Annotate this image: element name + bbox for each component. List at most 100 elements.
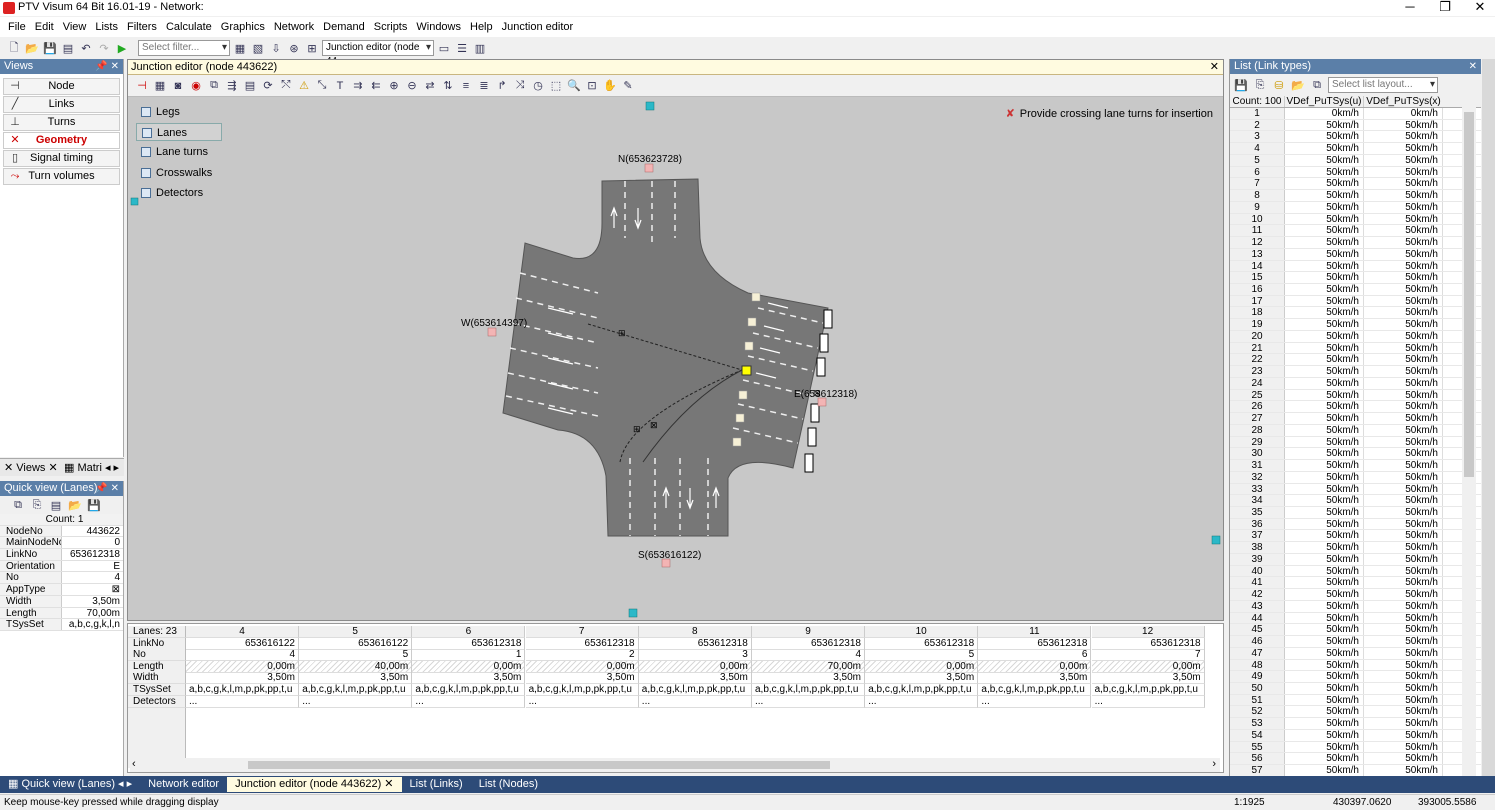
- lanes-cell[interactable]: 6: [978, 649, 1092, 662]
- lanes-cell[interactable]: 3,50m: [525, 672, 639, 685]
- menu-windows[interactable]: Windows: [416, 21, 461, 33]
- lanes-col-header[interactable]: 7: [525, 626, 639, 638]
- list-cell-vdef-u[interactable]: 50km/h: [1285, 354, 1364, 365]
- list-row[interactable]: 6 50km/h 50km/h: [1230, 166, 1481, 179]
- lanes-cell[interactable]: a,b,c,g,k,l,m,p,pk,pp,t,u: [525, 684, 639, 696]
- tab-list-links[interactable]: List (Links): [402, 777, 471, 792]
- lanes-cell[interactable]: 653616122: [186, 637, 299, 650]
- lanes-col-header[interactable]: 8: [638, 626, 752, 638]
- list-row[interactable]: 26 50km/h 50km/h: [1230, 401, 1481, 414]
- list-cell-vdef-x[interactable]: 50km/h: [1364, 659, 1443, 670]
- list-cell-vdef-u[interactable]: 50km/h: [1285, 413, 1364, 424]
- lanes-cell[interactable]: 2: [525, 649, 639, 662]
- list-cell-vdef-u[interactable]: 50km/h: [1285, 589, 1364, 600]
- list-layout-select[interactable]: Select list layout...: [1328, 77, 1438, 93]
- list-cell-vdef-u[interactable]: 50km/h: [1285, 166, 1364, 178]
- list-row[interactable]: 44 50km/h 50km/h: [1230, 612, 1481, 625]
- list-cell-vdef-x[interactable]: 50km/h: [1364, 671, 1443, 682]
- list-cell-vdef-u[interactable]: 50km/h: [1285, 295, 1364, 307]
- list-cell-vdef-u[interactable]: 50km/h: [1285, 319, 1364, 330]
- lanes-cell[interactable]: 653612318: [412, 637, 526, 650]
- lanes-cell[interactable]: 5: [299, 649, 413, 662]
- lanes-cell[interactable]: 0,00m: [186, 660, 299, 673]
- lanes-cell[interactable]: 653612318: [865, 637, 979, 650]
- qv-value[interactable]: 3,50m: [62, 596, 123, 607]
- list-cell-vdef-x[interactable]: 50km/h: [1364, 612, 1443, 623]
- list-cell-vdef-u[interactable]: 50km/h: [1285, 542, 1364, 553]
- lanes-cell[interactable]: 3,50m: [412, 672, 526, 685]
- list-cell-vdef-x[interactable]: 50km/h: [1364, 542, 1443, 553]
- list-cell-vdef-u[interactable]: 50km/h: [1285, 553, 1364, 565]
- lanes-col-header[interactable]: 5: [299, 626, 413, 638]
- lanes-cell[interactable]: ...: [978, 695, 1092, 708]
- list-cell-vdef-x[interactable]: 50km/h: [1364, 424, 1443, 436]
- junction-editor-select[interactable]: Junction editor (node 44: [322, 40, 434, 67]
- lanes-cell[interactable]: 0,00m: [525, 660, 639, 673]
- lanes-cell[interactable]: 5: [865, 649, 979, 662]
- lanes-cell[interactable]: 4: [186, 649, 299, 662]
- list-row[interactable]: 12 50km/h 50km/h: [1230, 237, 1481, 249]
- list-row[interactable]: 30 50km/h 50km/h: [1230, 448, 1481, 461]
- list-cell-vdef-u[interactable]: 50km/h: [1285, 178, 1364, 189]
- list-cell-vdef-x[interactable]: 50km/h: [1364, 694, 1443, 706]
- lanes-cell[interactable]: 653616122: [299, 637, 413, 650]
- qv-value[interactable]: 653612318: [62, 549, 123, 560]
- grid-tool-icon[interactable]: ▦: [152, 78, 168, 94]
- list-cell-vdef-u[interactable]: 50km/h: [1285, 225, 1364, 236]
- merge-icon[interactable]: ⤨: [512, 78, 528, 94]
- list-cell-vdef-x[interactable]: 50km/h: [1364, 706, 1443, 717]
- list-cell-vdef-u[interactable]: 50km/h: [1285, 342, 1364, 354]
- list-cell-vdef-x[interactable]: 50km/h: [1364, 589, 1443, 600]
- qv-value[interactable]: E: [62, 561, 123, 572]
- view-signal-timing[interactable]: ▯ Signal timing: [3, 150, 120, 167]
- list-row[interactable]: 17 50km/h 50km/h: [1230, 295, 1481, 308]
- calc-tool-icon[interactable]: ▤: [242, 78, 258, 94]
- list-row[interactable]: 19 50km/h 50km/h: [1230, 319, 1481, 331]
- list-cell-vdef-u[interactable]: 50km/h: [1285, 518, 1364, 530]
- list-row[interactable]: 38 50km/h 50km/h: [1230, 542, 1481, 554]
- list-row[interactable]: 31 50km/h 50km/h: [1230, 460, 1481, 472]
- list-cell-vdef-u[interactable]: 50km/h: [1285, 647, 1364, 659]
- menu-calculate[interactable]: Calculate: [166, 21, 212, 33]
- lanes-cell[interactable]: a,b,c,g,k,l,m,p,pk,pp,t,u: [638, 684, 752, 696]
- lanes-cell[interactable]: 0,00m: [865, 660, 979, 673]
- list-cell-vdef-x[interactable]: 50km/h: [1364, 389, 1443, 400]
- list-row[interactable]: 47 50km/h 50km/h: [1230, 647, 1481, 660]
- text-tool-icon[interactable]: T: [332, 78, 348, 94]
- list-row[interactable]: 13 50km/h 50km/h: [1230, 248, 1481, 261]
- list-row[interactable]: 50 50km/h 50km/h: [1230, 682, 1481, 695]
- scroll-right-icon[interactable]: ›: [1212, 758, 1216, 770]
- list-cell-vdef-u[interactable]: 50km/h: [1285, 765, 1364, 776]
- list-cell-vdef-u[interactable]: 50km/h: [1285, 718, 1364, 729]
- lanes-cell[interactable]: ...: [638, 695, 752, 708]
- list-cell-vdef-u[interactable]: 50km/h: [1285, 248, 1364, 260]
- lanes-cell[interactable]: 3,50m: [978, 672, 1092, 685]
- list-row[interactable]: 9 50km/h 50km/h: [1230, 201, 1481, 214]
- pin-icon[interactable]: ⇩: [268, 40, 284, 56]
- qv-copy-icon[interactable]: ⎘: [29, 497, 45, 513]
- list-row[interactable]: 15 50km/h 50km/h: [1230, 272, 1481, 285]
- menu-help[interactable]: Help: [470, 21, 493, 33]
- qv-attr-icon[interactable]: ▤: [48, 497, 64, 513]
- lanes-cell[interactable]: a,b,c,g,k,l,m,p,pk,pp,t,u: [752, 684, 865, 696]
- qv-save-icon[interactable]: 💾: [86, 497, 102, 513]
- pan-icon[interactable]: ✋: [602, 78, 618, 94]
- list-cell-vdef-u[interactable]: 50km/h: [1285, 424, 1364, 436]
- refresh-tool-icon[interactable]: ⟳: [260, 78, 276, 94]
- node-tool-icon[interactable]: ◙: [170, 78, 186, 94]
- list-cell-vdef-x[interactable]: 50km/h: [1364, 413, 1443, 424]
- list-cell-vdef-u[interactable]: 50km/h: [1285, 460, 1364, 471]
- lane-split-icon[interactable]: ⇅: [440, 78, 456, 94]
- list-cell-vdef-x[interactable]: 50km/h: [1364, 495, 1443, 506]
- redo-icon[interactable]: ↷: [96, 40, 112, 56]
- lanes-cell[interactable]: 3,50m: [186, 672, 299, 685]
- lanes-cell[interactable]: ...: [299, 695, 413, 708]
- list-row[interactable]: 55 50km/h 50km/h: [1230, 741, 1481, 754]
- list-cell-vdef-u[interactable]: 50km/h: [1285, 530, 1364, 541]
- list-cell-vdef-u[interactable]: 50km/h: [1285, 272, 1364, 283]
- list-cell-vdef-u[interactable]: 50km/h: [1285, 237, 1364, 248]
- lanes-cell[interactable]: 653612318: [638, 637, 752, 650]
- list-row[interactable]: 29 50km/h 50km/h: [1230, 436, 1481, 449]
- save-all-icon[interactable]: ▤: [60, 40, 76, 56]
- list-cell-vdef-x[interactable]: 50km/h: [1364, 682, 1443, 694]
